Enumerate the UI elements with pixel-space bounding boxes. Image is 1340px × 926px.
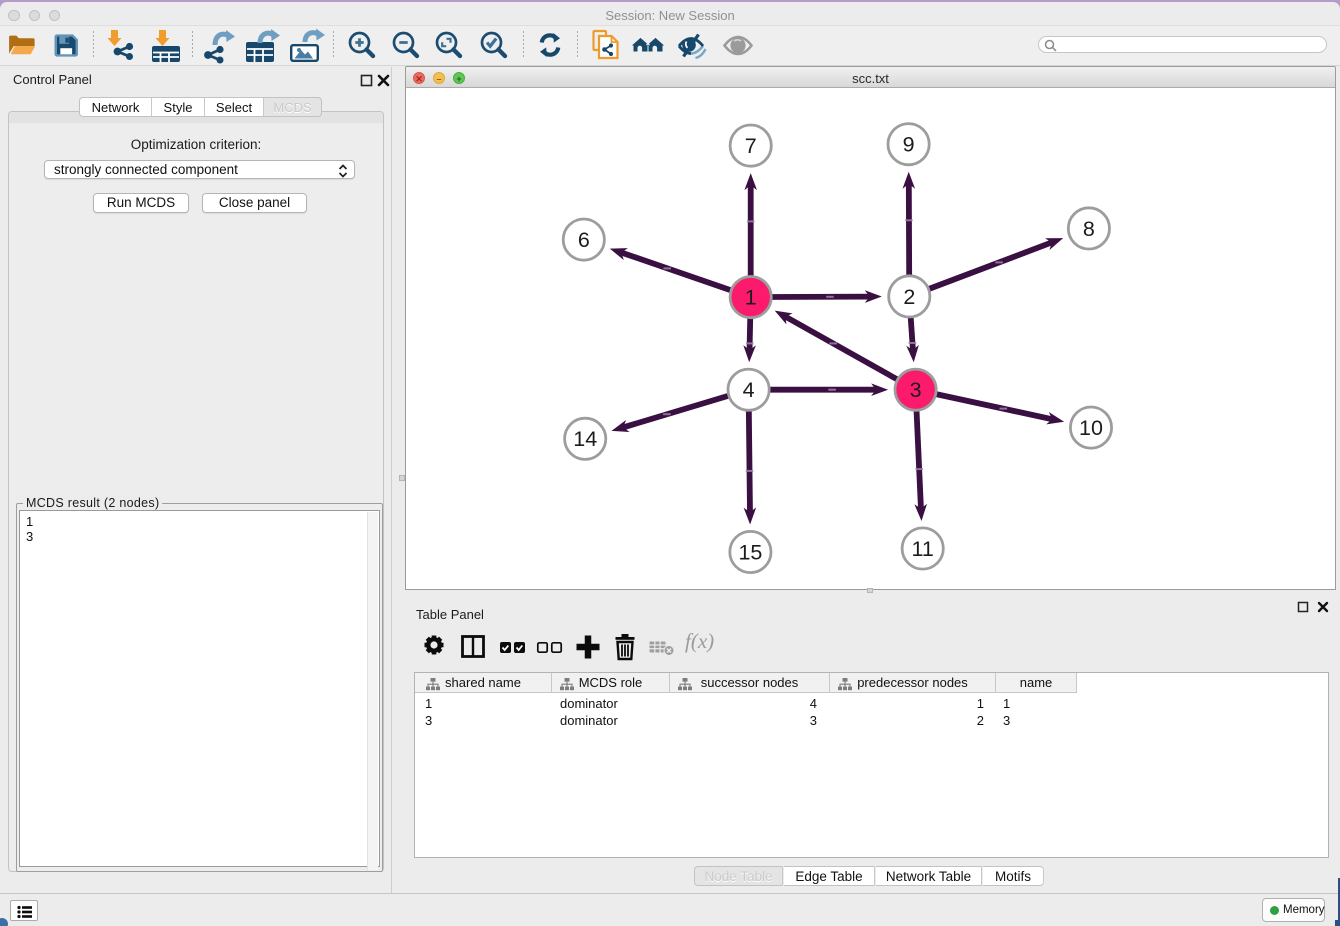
svg-text:15: 15 [738, 540, 762, 564]
svg-text:2: 2 [903, 285, 915, 309]
svg-text:7: 7 [745, 134, 757, 158]
svg-text:11: 11 [912, 537, 934, 561]
svg-text:14: 14 [573, 427, 597, 451]
svg-text:3: 3 [910, 378, 922, 402]
svg-text:1: 1 [745, 286, 757, 310]
svg-text:10: 10 [1079, 416, 1103, 440]
svg-text:9: 9 [903, 133, 915, 157]
svg-text:6: 6 [578, 228, 590, 252]
svg-text:8: 8 [1083, 217, 1095, 241]
svg-text:4: 4 [743, 378, 755, 402]
